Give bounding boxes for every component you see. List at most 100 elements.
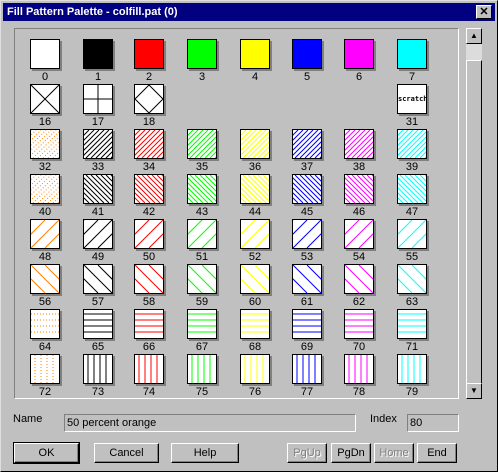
pattern-cell-36[interactable]: 36 [231, 127, 277, 173]
pattern-cell-31[interactable]: scratch 31 [388, 82, 434, 128]
pattern-cell-1[interactable]: 1 [74, 37, 120, 83]
pattern-cell-17[interactable]: 17 [74, 82, 120, 128]
pattern-cell-54[interactable]: 54 [335, 217, 381, 263]
pattern-swatch-53[interactable] [292, 219, 322, 249]
pattern-swatch-5[interactable] [292, 39, 322, 69]
pattern-cell-75[interactable]: 75 [178, 352, 224, 398]
pattern-cell-56[interactable]: 56 [21, 262, 67, 308]
pattern-swatch-79[interactable] [397, 354, 427, 384]
pattern-cell-70[interactable]: 70 [335, 307, 381, 353]
pattern-cell-4[interactable]: 4 [231, 37, 277, 83]
pattern-cell-72[interactable]: 72 [21, 352, 67, 398]
pattern-swatch-69[interactable] [292, 309, 322, 339]
pattern-swatch-41[interactable] [83, 174, 113, 204]
pattern-swatch-63[interactable] [397, 264, 427, 294]
pattern-cell-46[interactable]: 46 [335, 172, 381, 218]
pattern-cell-69[interactable]: 69 [283, 307, 329, 353]
pattern-cell-44[interactable]: 44 [231, 172, 277, 218]
pattern-swatch-60[interactable] [240, 264, 270, 294]
pattern-swatch-67[interactable] [187, 309, 217, 339]
pattern-swatch-1[interactable] [83, 39, 113, 69]
pattern-swatch-59[interactable] [187, 264, 217, 294]
pattern-cell-7[interactable]: 7 [388, 37, 434, 83]
name-field[interactable]: 50 percent orange [64, 414, 356, 432]
scroll-up-button[interactable]: ▲ [466, 28, 482, 44]
page-up-button[interactable]: PgUp [287, 443, 327, 463]
cancel-button[interactable]: Cancel [94, 443, 159, 463]
pattern-cell-66[interactable]: 66 [125, 307, 171, 353]
pattern-cell-65[interactable]: 65 [74, 307, 120, 353]
pattern-cell-42[interactable]: 42 [125, 172, 171, 218]
scroll-down-button[interactable]: ▼ [466, 383, 482, 399]
pattern-swatch-66[interactable] [134, 309, 164, 339]
pattern-swatch-50[interactable] [134, 219, 164, 249]
pattern-cell-52[interactable]: 52 [231, 217, 277, 263]
pattern-swatch-73[interactable] [83, 354, 113, 384]
pattern-cell-5[interactable]: 5 [283, 37, 329, 83]
pattern-cell-3[interactable]: 3 [178, 37, 224, 83]
help-button[interactable]: Help [171, 443, 239, 463]
pattern-cell-68[interactable]: 68 [231, 307, 277, 353]
pattern-cell-38[interactable]: 38 [335, 127, 381, 173]
pattern-cell-33[interactable]: 33 [74, 127, 120, 173]
pattern-swatch-17[interactable] [83, 84, 113, 114]
pattern-swatch-76[interactable] [240, 354, 270, 384]
pattern-cell-78[interactable]: 78 [335, 352, 381, 398]
pattern-swatch-61[interactable] [292, 264, 322, 294]
pattern-swatch-7[interactable] [397, 39, 427, 69]
pattern-swatch-39[interactable] [397, 129, 427, 159]
pattern-swatch-54[interactable] [344, 219, 374, 249]
pattern-cell-76[interactable]: 76 [231, 352, 277, 398]
pattern-cell-50[interactable]: 50 [125, 217, 171, 263]
pattern-cell-47[interactable]: 47 [388, 172, 434, 218]
pattern-cell-0[interactable]: 0 [21, 37, 67, 83]
pattern-swatch-3[interactable] [187, 39, 217, 69]
pattern-cell-43[interactable]: 43 [178, 172, 224, 218]
pattern-swatch-65[interactable] [83, 309, 113, 339]
end-button[interactable]: End [417, 443, 457, 463]
pattern-swatch-43[interactable] [187, 174, 217, 204]
pattern-cell-41[interactable]: 41 [74, 172, 120, 218]
pattern-swatch-72[interactable] [30, 354, 60, 384]
pattern-swatch-33[interactable] [83, 129, 113, 159]
pattern-cell-64[interactable]: 64 [21, 307, 67, 353]
pattern-cell-2[interactable]: 2 [125, 37, 171, 83]
pattern-cell-57[interactable]: 57 [74, 262, 120, 308]
pattern-cell-37[interactable]: 37 [283, 127, 329, 173]
pattern-swatch-35[interactable] [187, 129, 217, 159]
pattern-swatch-64[interactable] [30, 309, 60, 339]
page-down-button[interactable]: PgDn [331, 443, 371, 463]
pattern-cell-45[interactable]: 45 [283, 172, 329, 218]
pattern-swatch-37[interactable] [292, 129, 322, 159]
pattern-swatch-32[interactable] [30, 129, 60, 159]
scroll-thumb[interactable] [466, 60, 482, 385]
pattern-swatch-46[interactable] [344, 174, 374, 204]
pattern-cell-62[interactable]: 62 [335, 262, 381, 308]
pattern-cell-53[interactable]: 53 [283, 217, 329, 263]
pattern-swatch-34[interactable] [134, 129, 164, 159]
pattern-swatch-75[interactable] [187, 354, 217, 384]
pattern-swatch-31[interactable]: scratch [397, 84, 427, 114]
pattern-cell-49[interactable]: 49 [74, 217, 120, 263]
ok-button[interactable]: OK [13, 442, 80, 464]
pattern-cell-32[interactable]: 32 [21, 127, 67, 173]
close-button[interactable]: ✕ [476, 5, 492, 19]
pattern-cell-48[interactable]: 48 [21, 217, 67, 263]
pattern-cell-61[interactable]: 61 [283, 262, 329, 308]
pattern-swatch-6[interactable] [344, 39, 374, 69]
pattern-swatch-78[interactable] [344, 354, 374, 384]
pattern-cell-60[interactable]: 60 [231, 262, 277, 308]
pattern-cell-39[interactable]: 39 [388, 127, 434, 173]
pattern-cell-67[interactable]: 67 [178, 307, 224, 353]
pattern-cell-71[interactable]: 71 [388, 307, 434, 353]
pattern-swatch-52[interactable] [240, 219, 270, 249]
index-field[interactable]: 80 [407, 414, 459, 432]
pattern-swatch-45[interactable] [292, 174, 322, 204]
pattern-swatch-2[interactable] [134, 39, 164, 69]
pattern-cell-35[interactable]: 35 [178, 127, 224, 173]
pattern-cell-34[interactable]: 34 [125, 127, 171, 173]
pattern-cell-79[interactable]: 79 [388, 352, 434, 398]
pattern-cell-6[interactable]: 6 [335, 37, 381, 83]
pattern-swatch-4[interactable] [240, 39, 270, 69]
pattern-swatch-47[interactable] [397, 174, 427, 204]
